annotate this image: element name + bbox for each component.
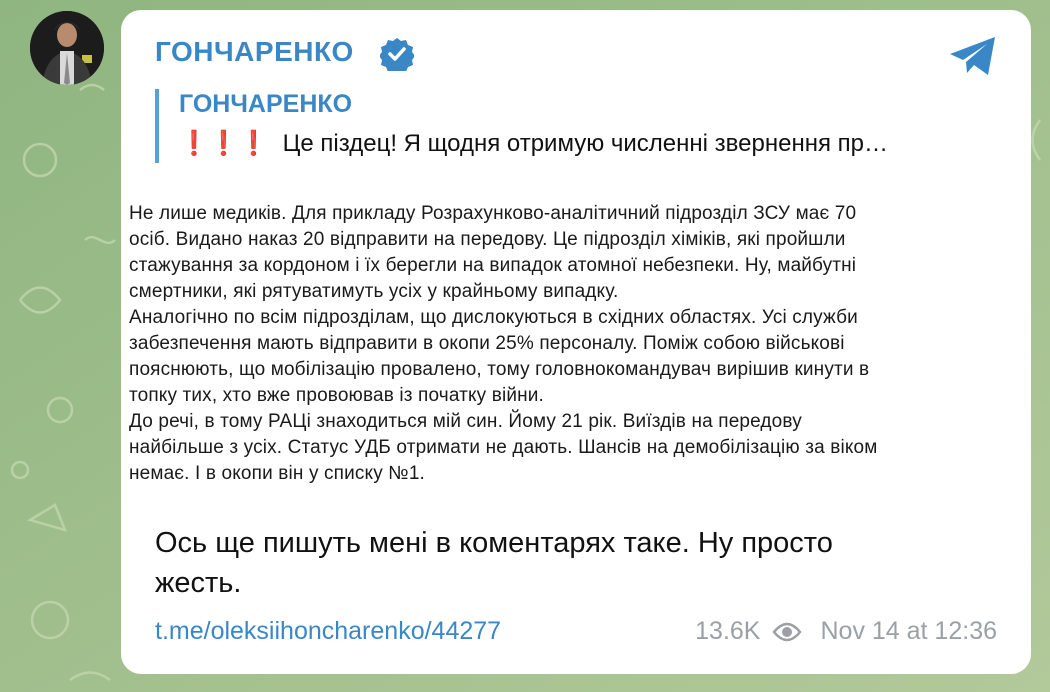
- caption-line: Ось ще пишуть мені в коментарях таке. Ну…: [155, 527, 833, 559]
- message-date: Nov 14 at 12:36: [820, 617, 997, 645]
- eye-icon: [772, 622, 803, 641]
- channel-avatar[interactable]: [30, 11, 104, 85]
- screenshot-line: немає. І в окопи він у списку №1.: [129, 463, 425, 484]
- avatar-photo: [30, 11, 104, 85]
- reply-text: Це піздец! Я щодня отримую численні звер…: [282, 130, 888, 157]
- caption-line: жесть.: [155, 567, 242, 599]
- exclamation-icons: ❗❗❗: [179, 130, 269, 157]
- screenshot-line: Не лише медиків. Для прикладу Розрахунко…: [129, 203, 857, 224]
- screenshot-text: Не лише медиків. Для прикладу Розрахунко…: [129, 201, 1014, 487]
- message-meta: 13.6K Nov 14 at 12:36: [695, 617, 997, 646]
- screenshot-line: пояснюють, що мобілізацію провалено, том…: [129, 359, 870, 380]
- views-count: 13.6K: [695, 617, 761, 645]
- screenshot-line: осіб. Видано наказ 20 відправити на пере…: [129, 229, 846, 250]
- screenshot-line: До речі, в тому РАЦі знаходиться мій син…: [129, 411, 802, 432]
- post-link[interactable]: t.me/oleksiihoncharenko/44277: [155, 617, 501, 646]
- screenshot-line: смертники, які рятуватимуть усіх у крайн…: [129, 281, 619, 302]
- channel-name[interactable]: ГОНЧАРЕНКО: [155, 36, 354, 68]
- screenshot-line: найбільше з усіх. Статус УДБ отримати не…: [129, 437, 878, 458]
- screenshot-line: топку тих, хто вже провоював із початку …: [129, 385, 544, 406]
- screenshot-line: стажування за кордоном і їх берегли на в…: [129, 255, 857, 276]
- attached-screenshot[interactable]: Не лише медиків. Для прикладу Розрахунко…: [121, 184, 1031, 508]
- reply-author: ГОНЧАРЕНКО: [179, 90, 353, 118]
- screenshot-line: забезпечення мають відправити в окопи 25…: [129, 333, 845, 354]
- telegram-plane-icon[interactable]: [947, 34, 999, 78]
- message-bubble: ГОНЧАРЕНКО ГОНЧАРЕНКО ❗❗❗ Це піздец! Я що…: [121, 10, 1031, 674]
- reply-quote[interactable]: ГОНЧАРЕНКО ❗❗❗ Це піздец! Я щодня отримую…: [155, 89, 995, 163]
- screenshot-line: Аналогічно по всім підрозділам, що дисло…: [129, 307, 858, 328]
- message-caption: Ось ще пишуть мені в коментарях таке. Ну…: [155, 523, 955, 603]
- verified-badge-icon: [380, 38, 414, 71]
- reply-text-line: ❗❗❗ Це піздец! Я щодня отримую численні з…: [179, 129, 995, 158]
